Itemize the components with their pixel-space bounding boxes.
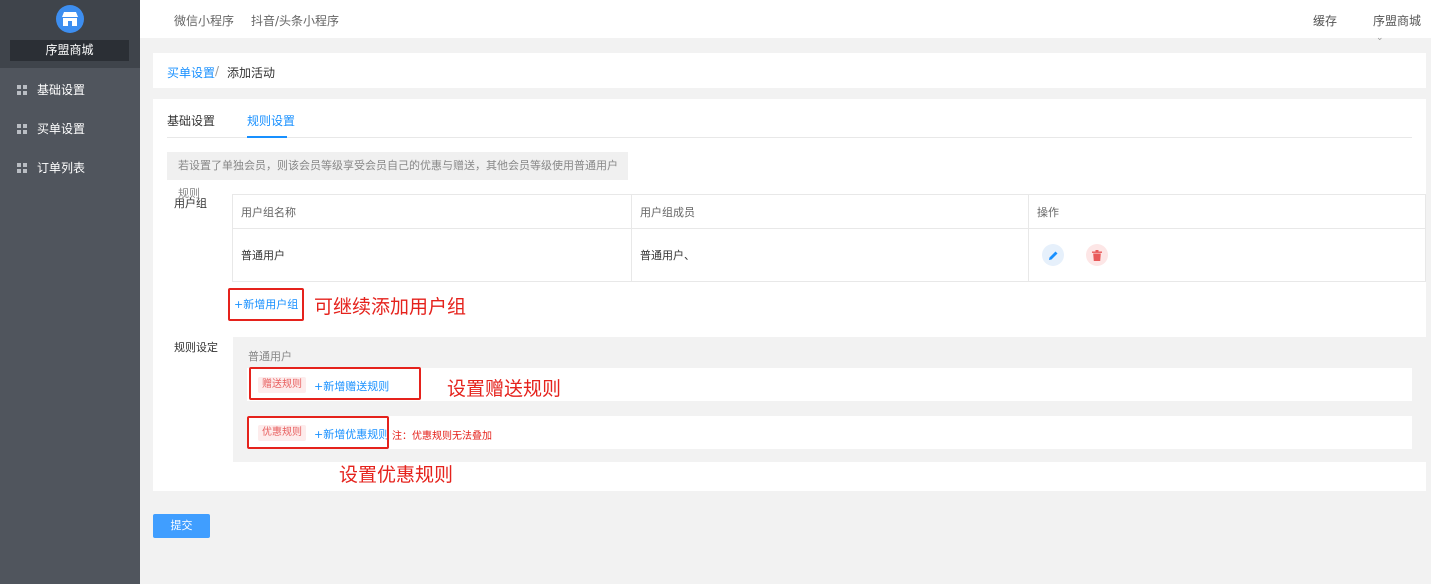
- user-group-label: 用户组: [174, 197, 207, 210]
- tab-douyin-miniprogram[interactable]: 抖音/头条小程序: [251, 12, 339, 29]
- user-group-table: 用户组名称 用户组成员 操作 普通用户 普通用户、: [232, 194, 1426, 282]
- annotation-gift: 设置赠送规则: [447, 378, 562, 400]
- column-header-actions: 操作: [1037, 205, 1059, 219]
- breadcrumb: 买单设置 / 添加活动: [153, 53, 1426, 88]
- active-tab-indicator: [247, 136, 287, 138]
- grid-icon: [17, 162, 27, 173]
- logo-area: 序盟商城: [0, 0, 140, 68]
- group-name-cell: 普通用户: [233, 229, 632, 281]
- tab-wechat-miniprogram[interactable]: 微信小程序: [174, 12, 234, 29]
- store-switcher[interactable]: 序盟商城 ⌄: [1373, 12, 1431, 43]
- highlight-box-discount: [247, 416, 389, 449]
- settings-tabs: 基础设置 规则设置: [167, 99, 1412, 138]
- sidebar-item-checkout-settings[interactable]: 买单设置: [0, 109, 140, 148]
- sidebar-item-label: 基础设置: [37, 83, 86, 97]
- grid-icon: [17, 123, 27, 134]
- cache-button[interactable]: 缓存: [1313, 12, 1337, 29]
- actions-cell: [1029, 229, 1425, 281]
- table-header-row: 用户组名称 用户组成员 操作: [233, 195, 1425, 229]
- highlight-box-gift: [249, 367, 421, 400]
- notice-banner: 若设置了单独会员，则该会员等级享受会员自己的优惠与赠送，其他会员等级使用普通用户…: [167, 152, 628, 200]
- breadcrumb-current: 添加活动: [227, 66, 276, 80]
- rule-group-name: 普通用户: [248, 350, 292, 363]
- sidebar-item-label: 买单设置: [37, 122, 86, 136]
- store-switcher-label: 序盟商城: [1373, 14, 1422, 28]
- annotation-discount: 设置优惠规则: [339, 464, 454, 486]
- store-name: 序盟商城: [10, 40, 129, 61]
- column-header-name: 用户组名称: [233, 195, 632, 228]
- chevron-down-icon: ⌄: [1376, 33, 1384, 43]
- submit-button[interactable]: 提交: [153, 514, 210, 538]
- breadcrumb-parent-link[interactable]: 买单设置: [167, 64, 215, 81]
- breadcrumb-separator: /: [215, 64, 220, 78]
- rule-settings-card: 基础设置 规则设置 若设置了单独会员，则该会员等级享受会员自己的优惠与赠送，其他…: [153, 99, 1426, 491]
- store-logo-icon: [56, 5, 84, 33]
- discount-rule-note: 注：优惠规则无法叠加: [392, 431, 492, 442]
- sidebar-item-basic-settings[interactable]: 基础设置: [0, 70, 140, 109]
- annotation-add-group: 可继续添加用户组: [314, 296, 467, 318]
- tab-basic-settings[interactable]: 基础设置: [167, 112, 215, 129]
- edit-icon[interactable]: [1042, 244, 1064, 266]
- top-bar: 微信小程序 抖音/头条小程序 缓存 序盟商城 ⌄: [140, 0, 1431, 43]
- sidebar-item-order-list[interactable]: 订单列表: [0, 148, 140, 187]
- sidebar: 序盟商城 基础设置 买单设置 订单列表: [0, 0, 140, 584]
- rule-setting-label: 规则设定: [174, 341, 218, 354]
- highlight-box-add-group: [228, 288, 304, 321]
- tab-rule-settings[interactable]: 规则设置: [247, 112, 295, 129]
- discount-rule-row: 优惠规则 +新增优惠规则 注：优惠规则无法叠加: [247, 416, 1412, 449]
- sidebar-item-label: 订单列表: [37, 161, 86, 175]
- group-members-cell: 普通用户、: [632, 229, 1029, 281]
- table-row: 普通用户 普通用户、: [233, 229, 1425, 281]
- delete-icon[interactable]: [1086, 244, 1108, 266]
- column-header-members: 用户组成员: [632, 195, 1029, 228]
- gift-rule-row: 赠送规则 +新增赠送规则: [247, 368, 1412, 401]
- grid-icon: [17, 84, 27, 95]
